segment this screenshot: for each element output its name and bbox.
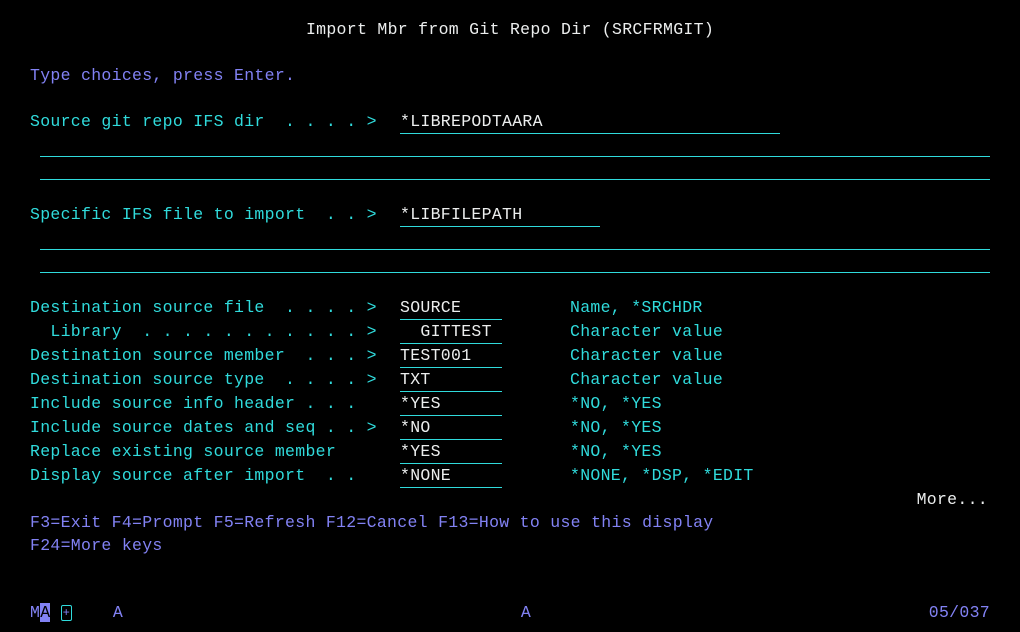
repo-dir-continuation-2[interactable] xyxy=(40,157,990,180)
datesseq-input[interactable]: *NO xyxy=(400,416,502,440)
instruction-text: Type choices, press Enter. xyxy=(30,64,990,87)
dspafter-input[interactable]: *NONE xyxy=(400,464,502,488)
cursor-position: 05/037 xyxy=(929,601,990,626)
repo-dir-label: Source git repo IFS dir . . . . > xyxy=(30,110,400,133)
srcfile-hint: Name, *SRCHDR xyxy=(570,296,703,319)
page-title: Import Mbr from Git Repo Dir (SRCFRMGIT) xyxy=(30,18,990,41)
ifs-file-continuation-2[interactable] xyxy=(40,250,990,273)
infohdr-input[interactable]: *YES xyxy=(400,392,502,416)
srcmbr-label: Destination source member . . . > xyxy=(30,344,400,367)
ifs-file-input[interactable]: *LIBFILEPATH xyxy=(400,203,600,227)
ifs-file-label: Specific IFS file to import . . > xyxy=(30,203,400,226)
library-input[interactable]: GITTEST xyxy=(400,320,502,344)
srcmbr-hint: Character value xyxy=(570,344,723,367)
datesseq-label: Include source dates and seq . . > xyxy=(30,416,400,439)
repo-dir-continuation-1[interactable] xyxy=(40,134,990,157)
srctype-hint: Character value xyxy=(570,368,723,391)
cursor-indicator: A xyxy=(40,603,50,622)
plus-icon: + xyxy=(61,605,73,621)
replace-label: Replace existing source member xyxy=(30,440,400,463)
library-label: Library . . . . . . . . . . . > xyxy=(30,320,400,343)
infohdr-hint: *NO, *YES xyxy=(570,392,662,415)
datesseq-hint: *NO, *YES xyxy=(570,416,662,439)
srcfile-input[interactable]: SOURCE xyxy=(400,296,502,320)
srcmbr-input[interactable]: TEST001 xyxy=(400,344,502,368)
replace-hint: *NO, *YES xyxy=(570,440,662,463)
srctype-label: Destination source type . . . . > xyxy=(30,368,400,391)
srctype-input[interactable]: TXT xyxy=(400,368,502,392)
function-keys-line2: F24=More keys xyxy=(30,534,990,557)
repo-dir-input[interactable]: *LIBREPODTAARA xyxy=(400,110,780,134)
ifs-file-continuation-1[interactable] xyxy=(40,227,990,250)
dspafter-hint: *NONE, *DSP, *EDIT xyxy=(570,464,754,487)
status-left: MA + A xyxy=(30,601,123,626)
library-hint: Character value xyxy=(570,320,723,343)
function-keys-line1: F3=Exit F4=Prompt F5=Refresh F12=Cancel … xyxy=(30,511,990,534)
status-center: A xyxy=(521,601,531,626)
srcfile-label: Destination source file . . . . > xyxy=(30,296,400,319)
more-indicator: More... xyxy=(30,488,990,511)
replace-input[interactable]: *YES xyxy=(400,440,502,464)
dspafter-label: Display source after import . . xyxy=(30,464,400,487)
infohdr-label: Include source info header . . . xyxy=(30,392,400,415)
